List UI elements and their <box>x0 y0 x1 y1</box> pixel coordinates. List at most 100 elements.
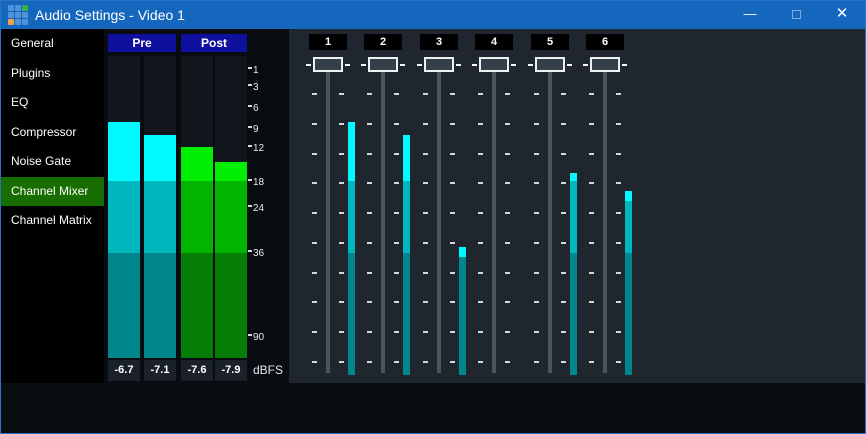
sidebar-item-channel-matrix[interactable]: Channel Matrix <box>1 206 104 236</box>
tick-mark <box>534 123 539 125</box>
tick-mark <box>367 242 372 244</box>
tick-mark <box>423 182 428 184</box>
channel-6-meter-segment <box>625 201 632 253</box>
tick-mark <box>339 153 344 155</box>
channel-3-slider-track[interactable] <box>437 64 441 373</box>
tick-mark <box>534 153 539 155</box>
channel-header-1: 1 <box>309 34 347 50</box>
logo-square <box>8 5 14 11</box>
channel-5-meter-segment <box>570 181 577 253</box>
scale-tick: 3 <box>248 82 259 93</box>
tick-mark <box>423 272 428 274</box>
tick-mark <box>589 331 594 333</box>
minimize-button[interactable]: — <box>727 1 773 29</box>
tick-mark <box>367 361 372 363</box>
tick-label: 3 <box>253 82 259 93</box>
sidebar-item-eq[interactable]: EQ <box>1 88 104 118</box>
tick-mark <box>561 331 566 333</box>
sidebar-item-channel-mixer[interactable]: Channel Mixer <box>1 177 104 207</box>
tick-mark <box>367 301 372 303</box>
tick-mark <box>423 331 428 333</box>
tick-label: 1 <box>253 65 259 76</box>
tick-mark <box>394 242 399 244</box>
logo-square <box>22 5 28 11</box>
tick-dash <box>248 250 252 252</box>
post-label: Post <box>181 34 247 52</box>
sidebar-item-plugins[interactable]: Plugins <box>1 59 104 89</box>
tick-label: 6 <box>253 103 259 114</box>
tick-mark <box>339 301 344 303</box>
channel-5-slider-handle[interactable] <box>535 57 565 72</box>
tick-mark <box>478 212 483 214</box>
dbfs-label: dBFS <box>253 363 283 377</box>
tick-mark <box>423 301 428 303</box>
tick-mark <box>394 331 399 333</box>
channel-6-slider-handle[interactable] <box>590 57 620 72</box>
sidebar-item-noise-gate[interactable]: Noise Gate <box>1 147 104 177</box>
tick-mark <box>423 93 428 95</box>
post-meter-bar-1 <box>181 56 213 358</box>
tick-mark <box>616 93 621 95</box>
channel-1-meter-segment <box>348 253 355 375</box>
handle-dash <box>400 64 405 66</box>
meter-segment <box>215 253 247 358</box>
channel-2-meter-segment <box>403 181 410 253</box>
tick-mark <box>367 212 372 214</box>
sidebar-item-general[interactable]: General <box>1 29 104 59</box>
tick-mark <box>589 123 594 125</box>
channel-4-slider-track[interactable] <box>492 64 496 373</box>
tick-mark <box>505 123 510 125</box>
tick-mark <box>450 93 455 95</box>
tick-mark <box>589 182 594 184</box>
channel-2-meter-segment <box>403 135 410 181</box>
sidebar-item-compressor[interactable]: Compressor <box>1 118 104 148</box>
tick-mark <box>312 301 317 303</box>
pre-label: Pre <box>108 34 176 52</box>
channel-4-slider-handle[interactable] <box>479 57 509 72</box>
close-window-button[interactable]: ✕ <box>819 1 865 29</box>
audio-settings-window: Audio Settings - Video 1 — ✕ GeneralPlug… <box>0 0 866 434</box>
channel-3-slider-handle[interactable] <box>424 57 454 72</box>
tick-mark <box>561 301 566 303</box>
channel-2-slider-handle[interactable] <box>368 57 398 72</box>
tick-mark <box>561 153 566 155</box>
tick-mark <box>339 212 344 214</box>
channel-1-slider-track[interactable] <box>326 64 330 373</box>
maximize-icon <box>792 10 801 19</box>
tick-mark <box>616 331 621 333</box>
scale-tick: 9 <box>248 124 259 135</box>
scale-tick: 12 <box>248 143 264 154</box>
tick-mark <box>561 182 566 184</box>
logo-square <box>15 19 21 25</box>
tick-mark <box>589 301 594 303</box>
tick-dash <box>248 126 252 128</box>
channel-1-slider-handle[interactable] <box>313 57 343 72</box>
channel-header-5: 5 <box>531 34 569 50</box>
channel-6-meter-segment <box>625 191 632 201</box>
tick-mark <box>339 331 344 333</box>
tick-mark <box>450 153 455 155</box>
channel-header-2: 2 <box>364 34 402 50</box>
tick-dash <box>248 334 252 336</box>
tick-mark <box>394 272 399 274</box>
channel-5-slider-track[interactable] <box>548 64 552 373</box>
channel-2-slider-track[interactable] <box>381 64 385 373</box>
tick-mark <box>312 93 317 95</box>
tick-mark <box>616 153 621 155</box>
app-logo-icon <box>8 5 28 25</box>
meter-segment <box>144 135 176 181</box>
channel-6-slider-track[interactable] <box>603 64 607 373</box>
post-meter-bar-2 <box>215 56 247 358</box>
tick-mark <box>423 123 428 125</box>
tick-mark <box>505 331 510 333</box>
channel-6-meter-segment <box>625 253 632 375</box>
tick-mark <box>312 153 317 155</box>
tick-mark <box>534 93 539 95</box>
tick-mark <box>561 361 566 363</box>
channel-header-6: 6 <box>586 34 624 50</box>
tick-mark <box>450 331 455 333</box>
tick-mark <box>394 153 399 155</box>
tick-mark <box>589 93 594 95</box>
tick-mark <box>339 272 344 274</box>
meter-segment <box>215 162 247 181</box>
